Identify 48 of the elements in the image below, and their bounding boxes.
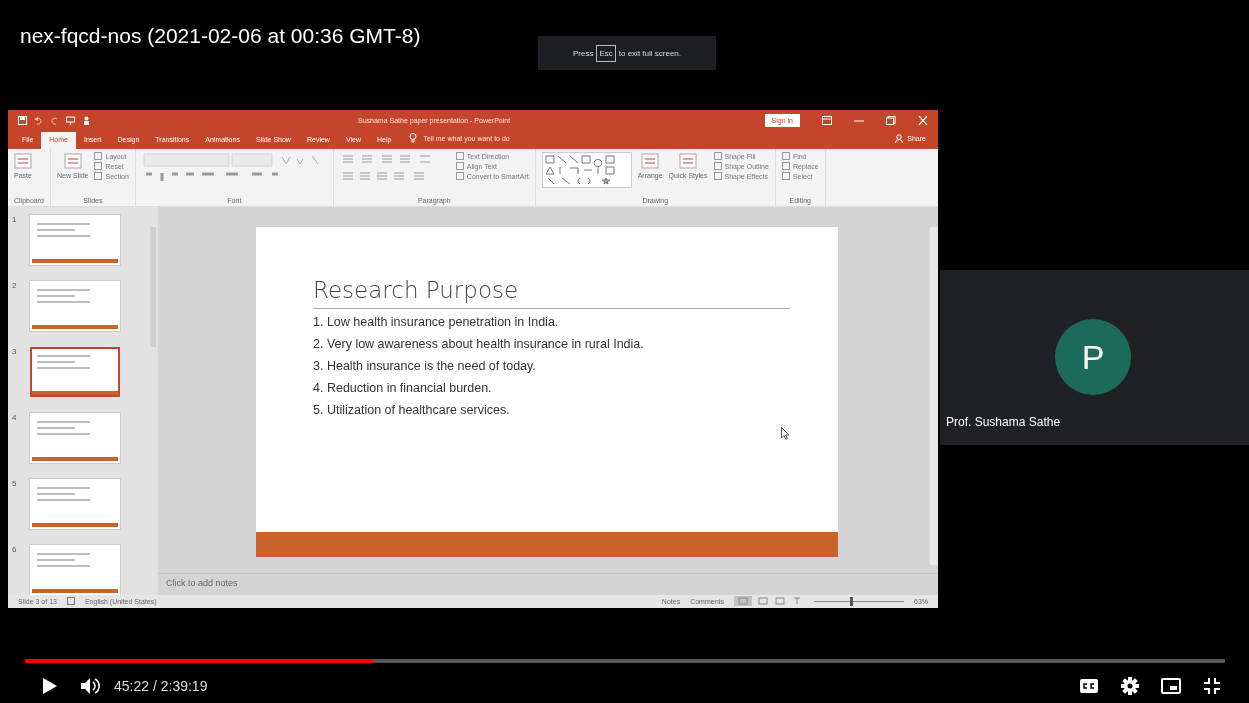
bullet-point: 2. Very low awareness about health insurance in rural India. [313,336,645,351]
slideshow-icon[interactable] [66,115,75,125]
lightbulb-icon [409,133,418,144]
bullet-point: 4. Reduction in financial burden. [313,380,493,395]
ribbon-display-icon[interactable] [822,115,832,125]
slide-thumbnail[interactable] [30,412,120,463]
hint-text: Press [572,48,594,58]
exit-fullscreen-icon[interactable] [1203,677,1221,695]
bullet-point: 1. Low health insurance penetration in India. [313,314,560,329]
hint-text: to exit full screen. [618,48,681,58]
slide-thumbnail[interactable] [30,478,120,529]
mouse-cursor-icon [781,426,790,440]
save-icon[interactable] [18,115,27,125]
scrollbar[interactable] [930,226,938,565]
volume-icon[interactable] [80,677,100,695]
ribbon-button-icon [641,152,660,171]
slide-number: 4 [12,412,18,424]
restore-icon[interactable] [886,115,896,125]
avatar: P [1055,319,1131,395]
slide-number: 2 [12,280,18,292]
slide-thumbnail[interactable] [30,214,120,265]
participant-name: Prof. Sushama Sathe [946,415,1062,429]
miniplayer-icon[interactable] [1161,678,1181,694]
slide-title: Research Purpose [313,276,790,309]
slide-number: 3 [12,346,18,358]
slide-thumbnail[interactable] [30,280,120,331]
time-display: 45:22 / 2:39:19 [114,678,208,694]
redo-icon[interactable] [50,115,59,125]
slide-number: 6 [12,544,18,556]
undo-icon[interactable] [34,115,43,125]
slide-thumbnail[interactable] [30,346,120,397]
video-title: nex-fqcd-nos (2021-02-06 at 00:36 GMT-8) [19,23,422,48]
slide-number: 1 [12,214,18,226]
person-icon [895,134,904,144]
close-icon[interactable] [918,115,928,125]
settings-icon[interactable] [1121,677,1139,695]
notes-field[interactable]: Click to add notes [158,572,938,595]
slide-number: 5 [12,478,18,490]
bullet-point: 5. Utilization of healthcare services. [313,402,511,417]
play-icon[interactable] [42,677,58,695]
esc-key: Esc [596,44,616,62]
bullet-point: 3. Health insurance is the need of today. [313,358,537,373]
slide-thumbnail[interactable] [30,544,120,595]
ribbon-button-icon [14,152,32,171]
ribbon-button-icon [679,152,698,171]
captions-icon[interactable] [1079,678,1099,694]
zoom-slider-thumb[interactable] [850,596,853,606]
ribbon-button-icon [63,152,82,171]
